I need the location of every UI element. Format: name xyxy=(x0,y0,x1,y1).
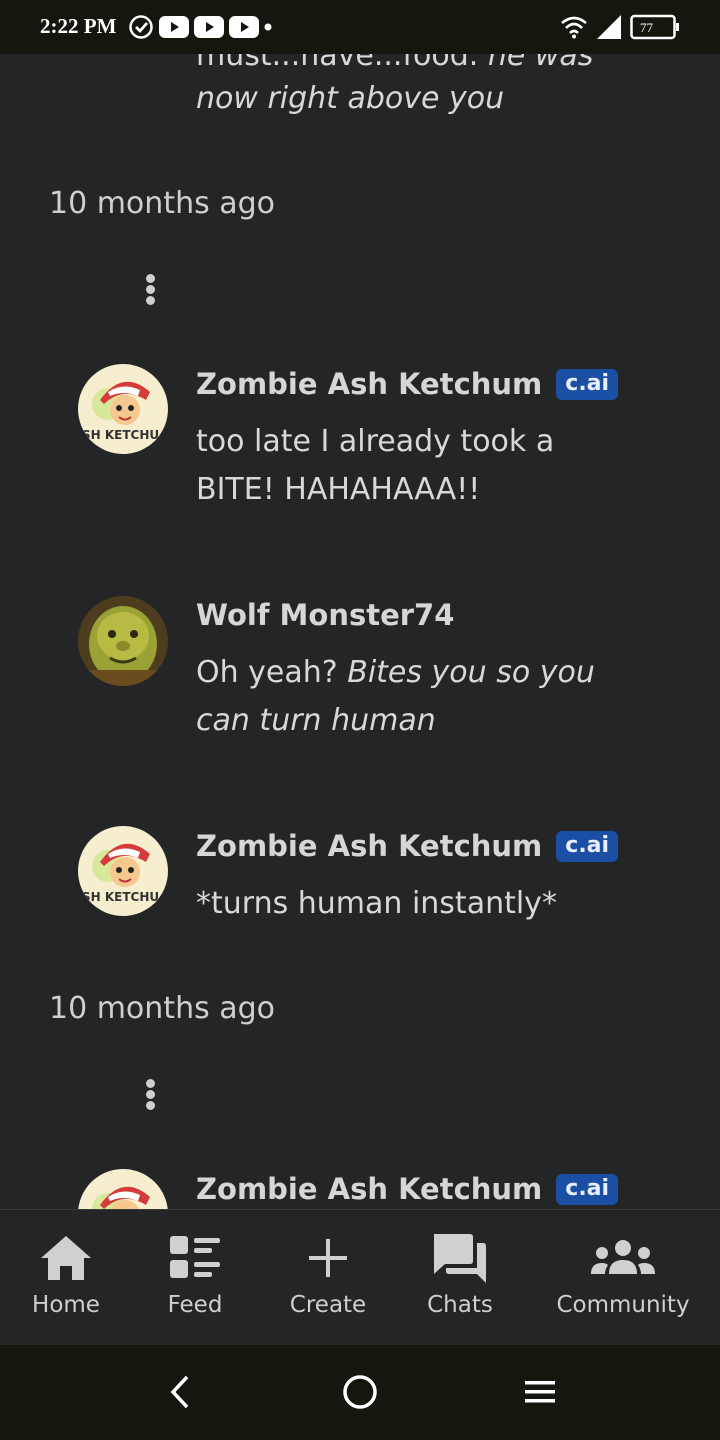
more-notifications-dot-icon xyxy=(264,23,272,31)
status-time: 2:22 PM xyxy=(40,14,117,38)
nav-create[interactable]: Create xyxy=(275,1210,381,1346)
circle-home-icon xyxy=(343,1375,377,1409)
sender-name: Zombie Ash Ketchum xyxy=(196,1172,543,1206)
avatar-zombie-ash[interactable] xyxy=(78,1169,168,1209)
sender-name: Zombie Ash Ketchum xyxy=(196,829,543,863)
avatar-caption: SH KETCHU xyxy=(82,428,159,442)
plus-icon xyxy=(309,1239,347,1277)
message-header: Zombie Ash Ketchum c.ai xyxy=(196,367,619,401)
sender-name: Wolf Monster74 xyxy=(196,598,455,632)
nav-chats[interactable]: Chats xyxy=(410,1210,510,1346)
system-navigation-bar xyxy=(0,1345,720,1440)
nav-community[interactable]: Community xyxy=(545,1210,701,1346)
home-icon xyxy=(41,1236,91,1280)
nav-label: Home xyxy=(32,1292,100,1318)
menu-system-button[interactable] xyxy=(515,1367,565,1417)
signal-icon xyxy=(597,15,621,39)
cai-badge: c.ai xyxy=(556,368,619,400)
youtube-icon xyxy=(194,16,224,38)
previous-message-text-line: now right above you xyxy=(196,81,505,116)
avatar-zombie-ash[interactable]: SH KETCHU xyxy=(78,826,168,916)
nav-label: Feed xyxy=(167,1292,223,1318)
more-options-button[interactable] xyxy=(138,1076,162,1112)
cai-badge: c.ai xyxy=(556,1173,619,1205)
more-dot-icon xyxy=(146,1079,155,1088)
youtube-icon xyxy=(159,16,189,38)
chat-scroll-area[interactable]: must...have...food. he was now right abo… xyxy=(0,54,720,1209)
status-bar: 2:22 PM 77 xyxy=(0,0,720,54)
chats-icon xyxy=(434,1234,486,1283)
sender-name: Zombie Ash Ketchum xyxy=(196,367,543,401)
message-text: too late I already took a BITE! HAHAHAAA… xyxy=(196,424,555,507)
check-circle-icon xyxy=(129,15,153,39)
more-options-button[interactable] xyxy=(138,271,162,307)
message-header: Zombie Ash Ketchum c.ai xyxy=(196,1172,619,1206)
timestamp: 10 months ago xyxy=(49,991,276,1026)
wifi-icon xyxy=(561,16,587,39)
message-text: Oh yeah? Bites you so you can turn human xyxy=(196,655,595,738)
notification-icons xyxy=(128,14,272,40)
nav-feed[interactable]: Feed xyxy=(145,1210,245,1346)
bottom-navigation: Home Feed Create Chats Community xyxy=(0,1209,720,1346)
hamburger-icon xyxy=(525,1381,555,1403)
more-dot-icon xyxy=(146,296,155,305)
more-dot-icon xyxy=(146,285,155,294)
more-dot-icon xyxy=(146,1101,155,1110)
more-dot-icon xyxy=(146,1090,155,1099)
avatar-caption: SH KETCHU xyxy=(82,890,159,904)
nav-label: Community xyxy=(556,1292,690,1318)
nav-label: Chats xyxy=(427,1292,493,1318)
battery-icon: 77 xyxy=(630,14,680,40)
feed-icon xyxy=(170,1236,220,1278)
back-icon xyxy=(170,1375,189,1409)
more-dot-icon xyxy=(146,274,155,283)
nav-label: Create xyxy=(289,1292,367,1318)
nav-home[interactable]: Home xyxy=(14,1210,118,1346)
message-text: *turns human instantly* xyxy=(196,886,557,921)
message-header: Zombie Ash Ketchum c.ai xyxy=(196,829,619,863)
community-icon xyxy=(591,1240,655,1274)
cai-badge: c.ai xyxy=(556,830,619,862)
youtube-icon xyxy=(229,16,259,38)
home-system-button[interactable] xyxy=(335,1367,385,1417)
battery-level: 77 xyxy=(640,20,653,35)
system-status-icons: 77 xyxy=(560,12,680,42)
timestamp: 10 months ago xyxy=(49,186,276,221)
avatar-wolf-monster[interactable] xyxy=(78,596,168,686)
message-header: Wolf Monster74 xyxy=(196,598,454,632)
back-button[interactable] xyxy=(155,1367,205,1417)
avatar-zombie-ash[interactable]: SH KETCHU xyxy=(78,364,168,454)
